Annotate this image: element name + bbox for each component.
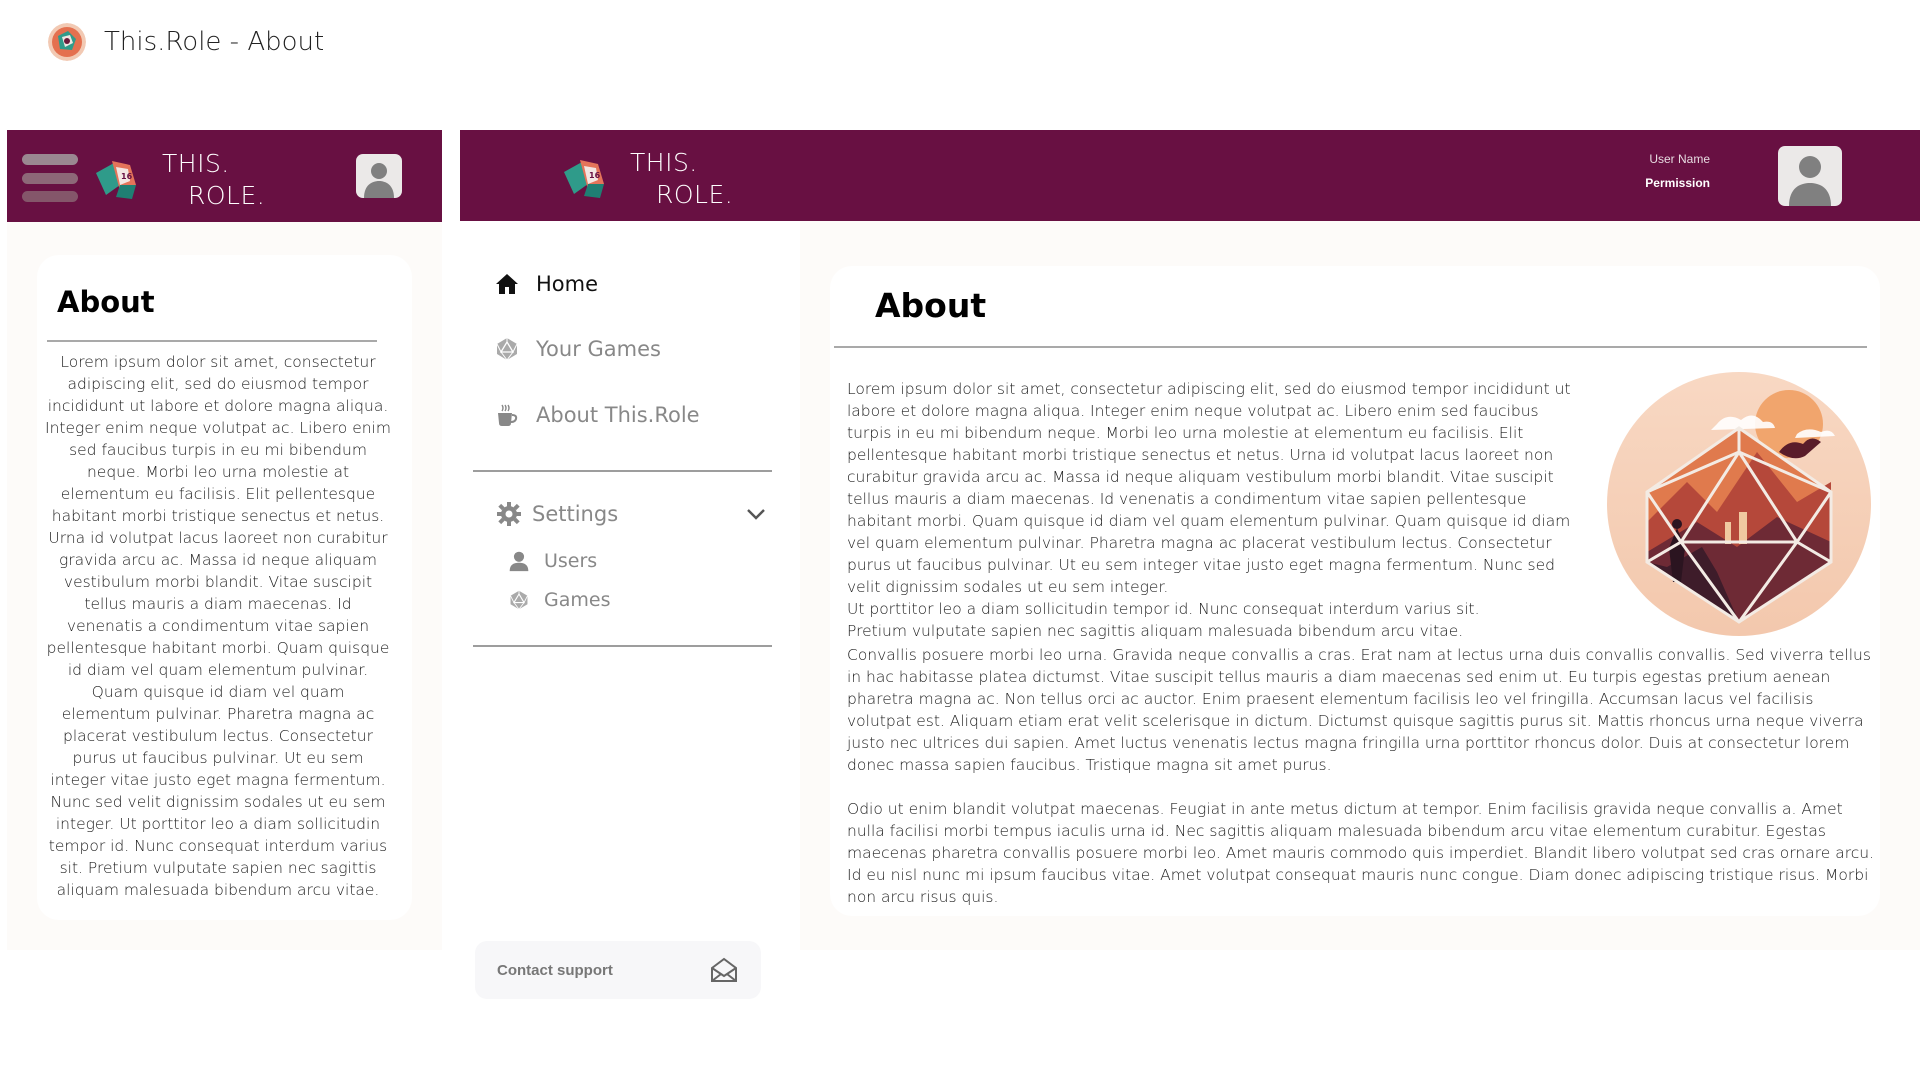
sidebar-item-label: About This.Role (536, 403, 700, 427)
heading-divider (47, 340, 377, 342)
hamburger-menu-icon[interactable] (22, 154, 78, 202)
chevron-down-icon[interactable] (744, 502, 768, 526)
sidebar: Home Your Games About This.Role Settings… (460, 221, 800, 999)
sidebar-item-home[interactable]: Home (494, 271, 598, 297)
about-paragraph-2: Convallis posuere morbi leo urna. Gravid… (847, 646, 1871, 774)
brand-logo[interactable]: 16 THIS. ROLE. (560, 147, 733, 211)
settings-label: Settings (532, 502, 619, 526)
sidebar-item-about[interactable]: About This.Role (494, 402, 700, 428)
gear-icon (497, 502, 521, 526)
heading-divider (834, 346, 1867, 348)
mobile-topbar: 16 THIS. ROLE. (7, 130, 442, 222)
sidebar-subitem-users[interactable]: Users (508, 550, 597, 572)
about-paragraph-1: Lorem ipsum dolor sit amet, consectetur … (847, 378, 1582, 642)
svg-text:16: 16 (589, 171, 601, 180)
sidebar-subitem-label: Games (544, 589, 611, 611)
about-paragraph-1-line-b: Ut porttitor leo a diam sollicitudin tem… (847, 600, 1480, 618)
mobile-view: 16 THIS. ROLE. About Lorem ipsum dolor s… (7, 130, 442, 950)
d20-icon (510, 590, 528, 610)
desktop-topbar: 16 THIS. ROLE. User Name Permission (460, 130, 1920, 221)
mobile-about-heading: About (57, 285, 155, 319)
about-paragraph-1-line-c: Pretium vulputate sapien nec sagittis al… (847, 622, 1464, 640)
user-icon (509, 551, 529, 572)
about-paragraph-3: Odio ut enim blandit volutpat maecenas. … (847, 800, 1875, 906)
contact-support-button[interactable]: Contact support (475, 941, 761, 999)
d20-landscape-illustration (1607, 372, 1871, 636)
sidebar-item-label: Home (536, 272, 599, 296)
sidebar-item-your-games[interactable]: Your Games (494, 336, 661, 362)
sidebar-subitem-games[interactable]: Games (508, 589, 610, 611)
user-name: User Name (1649, 152, 1710, 166)
brand-wordmark: THIS. ROLE. (162, 149, 266, 210)
home-icon (496, 274, 518, 294)
desktop-view: 16 THIS. ROLE. User Name Permission Home (460, 130, 1920, 999)
user-info[interactable]: User Name Permission (1560, 152, 1710, 190)
d20-icon (496, 338, 518, 361)
page-header: This.Role - About (48, 22, 324, 62)
mobile-about-body: Lorem ipsum dolor sit amet, consectetur … (45, 353, 391, 899)
user-avatar-icon (364, 163, 394, 198)
about-heading: About (875, 286, 987, 325)
profile-avatar-button[interactable] (1778, 146, 1842, 206)
coffee-icon (498, 404, 518, 426)
sidebar-item-settings[interactable]: Settings (496, 501, 768, 527)
about-card: About Lorem ipsum dolor sit amet, consec… (830, 266, 1880, 916)
mobile-about-card: About Lorem ipsum dolor sit amet, consec… (37, 255, 412, 920)
sidebar-divider (473, 470, 772, 472)
page-title: This.Role - About (104, 27, 325, 57)
dice-logo-icon: 16 (564, 160, 604, 198)
sidebar-subitem-label: Users (544, 550, 598, 572)
sidebar-item-label: Your Games (536, 337, 661, 361)
open-envelope-icon (711, 957, 737, 982)
dice-logo-icon: 16 (96, 161, 136, 199)
svg-text:16: 16 (121, 172, 133, 181)
brand-wordmark: THIS. ROLE. (630, 148, 734, 209)
sidebar-divider (473, 645, 772, 647)
user-permission: Permission (1645, 176, 1710, 190)
profile-avatar-button[interactable] (356, 154, 402, 198)
about-paragraph-1-text: Lorem ipsum dolor sit amet, consectetur … (847, 380, 1571, 596)
user-avatar-icon (1789, 156, 1831, 206)
contact-support-label: Contact support (497, 961, 613, 979)
brand-logo[interactable]: 16 THIS. ROLE. (92, 148, 265, 212)
app-logo (48, 23, 86, 61)
